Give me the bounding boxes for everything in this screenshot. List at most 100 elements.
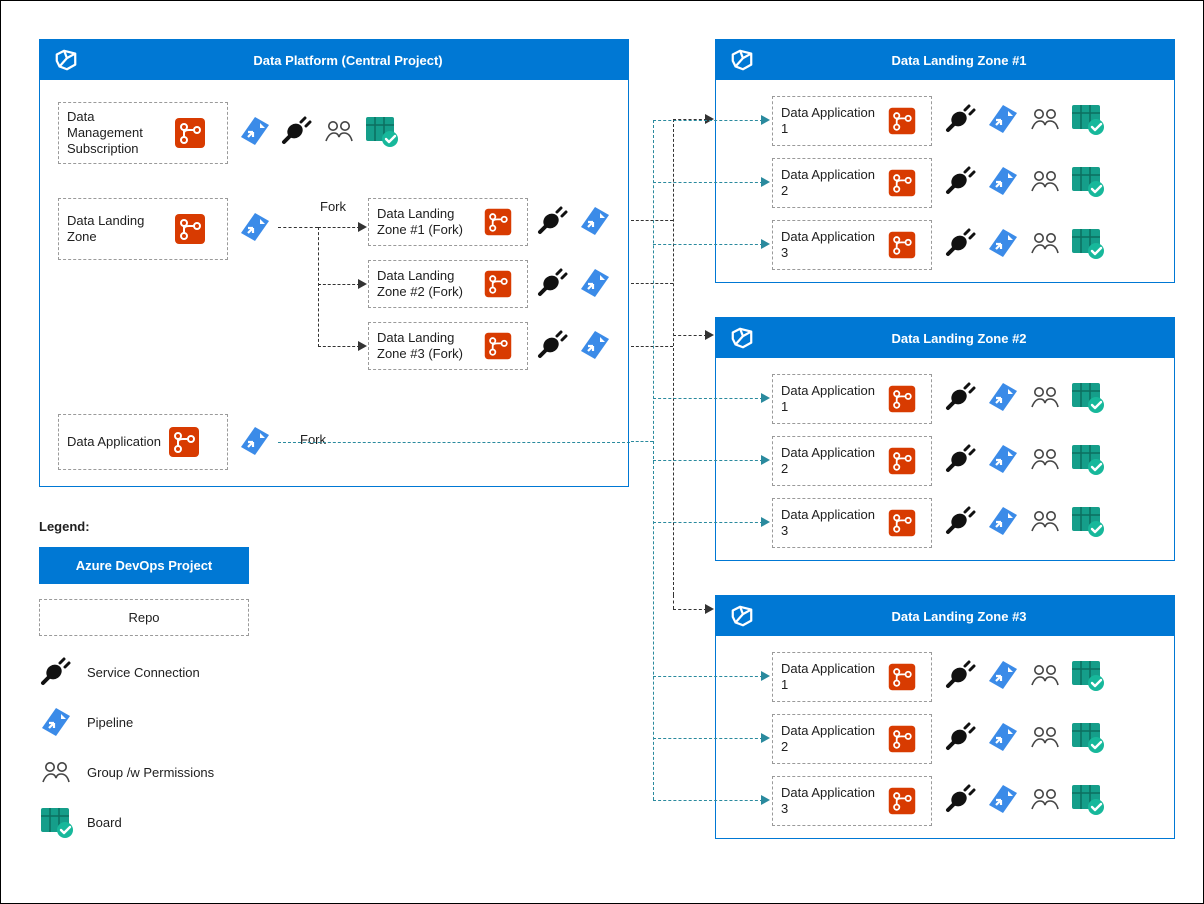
repo-label: Data Management Subscription xyxy=(67,109,167,158)
zone2-app2-icons xyxy=(944,442,1104,476)
service-connection-icon xyxy=(944,380,978,414)
pipeline-icon xyxy=(986,658,1020,692)
repo-label: Data Application 2 xyxy=(781,445,881,478)
central-project: Data Platform (Central Project) Data Man… xyxy=(39,39,629,487)
group-icon xyxy=(1028,720,1062,754)
service-connection-icon xyxy=(280,114,314,148)
pipeline-icon xyxy=(578,204,612,238)
zone3-app3-icons xyxy=(944,782,1104,816)
zone3-app1-icons xyxy=(944,658,1104,692)
zone2-app3-icons xyxy=(944,504,1104,538)
service-connection-icon xyxy=(944,504,978,538)
zone2-app1-icons xyxy=(944,380,1104,414)
service-connection-icon xyxy=(944,164,978,198)
legend-sc-label: Service Connection xyxy=(87,665,200,680)
legend-project-label: Azure DevOps Project xyxy=(76,558,213,573)
pipeline-icon xyxy=(39,705,73,739)
fork2-icons xyxy=(536,266,612,300)
zone-1-header: Data Landing Zone #1 xyxy=(716,40,1174,80)
group-icon xyxy=(1028,504,1062,538)
pipeline-icon xyxy=(986,102,1020,136)
repo-label: Data Application 2 xyxy=(781,167,881,200)
group-icon xyxy=(1028,658,1062,692)
group-icon xyxy=(322,114,356,148)
board-icon xyxy=(1070,782,1104,816)
legend-pipeline-label: Pipeline xyxy=(87,715,133,730)
board-icon xyxy=(1070,164,1104,198)
zone-2-header: Data Landing Zone #2 xyxy=(716,318,1174,358)
zone1-app2-icons xyxy=(944,164,1104,198)
legend-heading: Legend: xyxy=(39,519,90,534)
zone-2-title: Data Landing Zone #2 xyxy=(756,331,1162,346)
repo-dapp: Data Application xyxy=(58,414,228,470)
legend-group: Group /w Permissions xyxy=(39,755,214,789)
legend-repo-label: Repo xyxy=(128,610,159,625)
pipeline-icon xyxy=(986,442,1020,476)
legend-board-label: Board xyxy=(87,815,122,830)
repo-label: Data Application 3 xyxy=(781,229,881,262)
group-icon xyxy=(1028,164,1062,198)
repo-icon xyxy=(887,508,917,538)
group-icon xyxy=(1028,380,1062,414)
repo-icon xyxy=(887,106,917,136)
repo-data-mgmt: Data Management Subscription xyxy=(58,102,228,164)
devops-icon xyxy=(728,326,756,350)
pipeline-icon xyxy=(986,720,1020,754)
fork-label-1: Fork xyxy=(320,199,346,214)
board-icon xyxy=(39,805,73,839)
repo-icon xyxy=(887,662,917,692)
legend-board: Board xyxy=(39,805,122,839)
devops-icon xyxy=(52,48,80,72)
service-connection-icon xyxy=(536,328,570,362)
repo-fork-3: Data Landing Zone #3 (Fork) xyxy=(368,322,528,370)
repo-label: Data Application 2 xyxy=(781,723,881,756)
pipeline-icon xyxy=(578,328,612,362)
service-connection-icon xyxy=(536,204,570,238)
repo-icon xyxy=(483,207,513,237)
repo-label: Data Application 3 xyxy=(781,507,881,540)
zone2-app1: Data Application 1 xyxy=(772,374,932,424)
service-connection-icon xyxy=(944,442,978,476)
fork1-icons xyxy=(536,204,612,238)
board-icon xyxy=(1070,380,1104,414)
zone3-app3: Data Application 3 xyxy=(772,776,932,826)
group-icon xyxy=(1028,226,1062,260)
pipeline-icon xyxy=(986,504,1020,538)
group-icon xyxy=(1028,442,1062,476)
repo-icon xyxy=(887,446,917,476)
pipeline-icon xyxy=(238,210,272,244)
fork-label-2: Fork xyxy=(300,432,326,447)
repo-icon xyxy=(173,212,207,246)
legend-project: Azure DevOps Project xyxy=(39,547,249,584)
group-icon xyxy=(1028,782,1062,816)
repo-fork-2: Data Landing Zone #2 (Fork) xyxy=(368,260,528,308)
zone2-app2: Data Application 2 xyxy=(772,436,932,486)
repo-icon xyxy=(483,269,513,299)
repo-icon xyxy=(887,786,917,816)
zone2-app3: Data Application 3 xyxy=(772,498,932,548)
zone-1-title: Data Landing Zone #1 xyxy=(756,53,1162,68)
repo-label: Data Application xyxy=(67,434,161,450)
repo-icon xyxy=(167,425,201,459)
service-connection-icon xyxy=(944,782,978,816)
board-icon xyxy=(1070,442,1104,476)
pipeline-icon xyxy=(238,114,272,148)
zone-3: Data Landing Zone #3 Data Application 1 … xyxy=(715,595,1175,839)
pipeline-icon xyxy=(238,424,272,458)
repo-label: Data Landing Zone xyxy=(67,213,167,246)
zone1-app3-icons xyxy=(944,226,1104,260)
pipeline-icon xyxy=(578,266,612,300)
board-icon xyxy=(1070,658,1104,692)
repo-dlz: Data Landing Zone xyxy=(58,198,228,260)
service-connection-icon xyxy=(944,658,978,692)
zone-1: Data Landing Zone #1 Data Application 1 … xyxy=(715,39,1175,283)
repo-icon xyxy=(887,724,917,754)
legend-service-connection: Service Connection xyxy=(39,655,200,689)
pipeline-icon xyxy=(986,782,1020,816)
zone1-app2: Data Application 2 xyxy=(772,158,932,208)
repo-label: Data Application 3 xyxy=(781,785,881,818)
legend-repo: Repo xyxy=(39,599,249,636)
pipeline-icon xyxy=(986,164,1020,198)
diagram-stage: Data Platform (Central Project) Data Man… xyxy=(0,0,1204,904)
zone3-app2-icons xyxy=(944,720,1104,754)
